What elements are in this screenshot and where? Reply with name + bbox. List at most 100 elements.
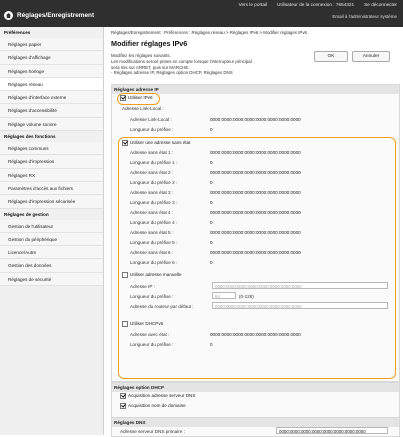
sidebar-item-network[interactable]: Réglages réseau	[0, 77, 103, 92]
sidebar-item-volume[interactable]: Réglage volume sonore	[0, 117, 103, 132]
sidebar-item-clock[interactable]: Réglages horloge	[0, 64, 103, 78]
stateless-address-1-label: Adresse sans état 1 :	[130, 150, 174, 155]
sidebar: Préférences Réglages papier Réglages d'a…	[0, 27, 104, 435]
dhcpv6-checkbox[interactable]	[122, 320, 128, 327]
stateless-prefix-4-value: 0	[210, 220, 213, 225]
stateless-prefix-1-label: Longueur du préfixe 1 :	[130, 160, 178, 165]
dhcp-state-address-label: Adresse avec état :	[130, 332, 170, 337]
manual-address-label: Utiliser adresse manuelle	[130, 272, 182, 278]
manual-ip-label: Adresse IP :	[130, 284, 155, 289]
sidebar-item-user-management[interactable]: Gestion de l'utilisateur	[0, 219, 103, 233]
stateless-prefix-4-label: Longueur du préfixe 4 :	[130, 220, 178, 225]
dhcpv6-row[interactable]: Utiliser DHCPv6	[122, 320, 164, 327]
dhcp-option-title: Réglages option DHCP	[112, 383, 399, 392]
portal-link[interactable]: Vers le portail	[239, 2, 267, 7]
manual-prefix-label: Longueur du préfixe :	[130, 294, 174, 299]
stateless-address-6-label: Adresse sans état 6 :	[130, 250, 174, 255]
manual-ip-input[interactable]: 0000:0000:0000:0000:0000:0000:0000:0000	[212, 282, 388, 289]
dhcp-option-section: Réglages option DHCP	[111, 382, 400, 418]
sidebar-item-rx[interactable]: Réglages RX	[0, 168, 103, 182]
link-local-prefix-value: 0	[210, 127, 213, 132]
stateless-address-6-value: 0000:0000:0000:0000:0000:0000:0000:0000	[210, 250, 301, 255]
top-bar: Réglages/Enregistrement Vers le portail …	[0, 0, 403, 27]
sidebar-item-data-management[interactable]: Gestion des données	[0, 259, 103, 273]
breadcrumb[interactable]: Réglages/Enregistrement : Préférences : …	[111, 30, 307, 35]
stateless-address-1-value: 0000:0000:0000:0000:0000:0000:0000:0000	[210, 150, 301, 155]
sidebar-item-accessibility[interactable]: Réglages d'accessibilité	[0, 104, 103, 118]
ok-button[interactable]: OK	[314, 51, 348, 62]
acquire-dns-label: Acquisition adresse serveur DNS	[128, 393, 196, 399]
acquire-dns-row[interactable]: Acquisition adresse serveur DNS	[120, 392, 196, 399]
sidebar-item-display[interactable]: Réglages d'affichage	[0, 51, 103, 65]
stateless-label: Utiliser une adresse sans état	[130, 140, 191, 146]
stateless-address-2-value: 0000:0000:0000:0000:0000:0000:0000:0000	[210, 170, 301, 175]
link-local-address-label: Adresse Link-Local :	[130, 117, 172, 122]
link-local-address-value: 0000:0000:0000:0000:0000:0000:0000:0000	[210, 117, 301, 122]
stateless-address-4-label: Adresse sans état 4 :	[130, 210, 174, 215]
manual-prefix-range: (0-128)	[239, 294, 254, 299]
page-title: Modifier réglages IPv6	[111, 39, 188, 48]
link-local-heading: Adresse Link-Local :	[122, 106, 164, 111]
stateless-prefix-3-label: Longueur du préfixe 3 :	[130, 200, 178, 205]
sidebar-item-device-management[interactable]: Gestion du périphérique	[0, 232, 103, 247]
sidebar-heading-management: Réglages de gestion	[4, 211, 49, 217]
stateless-prefix-6-label: Longueur du préfixe 6 :	[130, 260, 178, 265]
sidebar-item-file-access[interactable]: Paramètres d'accès aux fichiers	[0, 181, 103, 196]
stateless-address-2-label: Adresse sans état 2 :	[130, 170, 174, 175]
sidebar-item-license[interactable]: Licence/Autre	[0, 246, 103, 260]
sidebar-heading-preferences: Préférences	[4, 30, 31, 35]
stateless-prefix-2-label: Longueur du préfixe 2 :	[130, 180, 178, 185]
home-icon	[4, 11, 13, 20]
notice-text: Modifiez les réglages suivants. Les modi…	[111, 53, 311, 76]
manual-router-input[interactable]: 0000:0000:0000:0000:0000:0000:0000:0000	[212, 302, 388, 309]
stateless-checkbox[interactable]	[122, 139, 128, 146]
acquire-domain-row[interactable]: Acquisition nom de domaine	[120, 402, 186, 409]
stateless-prefix-2-value: 0	[210, 180, 213, 185]
link-local-prefix-label: Longueur du préfixe :	[130, 127, 174, 132]
stateless-prefix-6-value: 0	[210, 260, 213, 265]
acquire-domain-checkbox[interactable]	[120, 402, 126, 409]
use-ipv6-label: Utiliser IPv6	[128, 95, 153, 101]
use-ipv6-row[interactable]: Utiliser IPv6	[120, 94, 153, 101]
frame: { "header": { "brand_title": "Réglages/E…	[0, 0, 403, 437]
sidebar-item-security[interactable]: Réglages de sécurité	[0, 272, 103, 287]
main-content: Réglages/Enregistrement : Préférences : …	[108, 27, 400, 437]
stateless-row[interactable]: Utiliser une adresse sans état	[122, 139, 191, 146]
stateless-address-3-label: Adresse sans état 3 :	[130, 190, 174, 195]
top-links: Vers le portail Utilisateur de la connex…	[239, 2, 397, 7]
dns-primary-input[interactable]: 0000:0000:0000:0000:0000:0000:0000:0000	[276, 427, 388, 434]
cancel-button[interactable]: Annuler	[352, 51, 390, 62]
dns-title: Réglages DNS	[112, 418, 399, 427]
manual-address-row[interactable]: Utiliser adresse manuelle	[122, 271, 182, 278]
use-ipv6-checkbox[interactable]	[120, 94, 126, 101]
manual-address-checkbox[interactable]	[122, 271, 128, 278]
logout-link[interactable]: Se déconnecter	[364, 2, 397, 7]
notice-line: - Réglages adresse IP, Réglages option D…	[111, 70, 233, 76]
admin-email-link[interactable]: Email à l'administrateur système	[332, 14, 397, 19]
stateless-address-5-value: 0000:0000:0000:0000:0000:0000:0000:0000	[210, 230, 301, 235]
sidebar-item-common[interactable]: Réglages communs	[0, 142, 103, 156]
stateless-prefix-5-value: 0	[210, 240, 213, 245]
dhcp-prefix-value: 0	[210, 342, 213, 347]
stateless-address-4-value: 0000:0000:0000:0000:0000:0000:0000:0000	[210, 210, 301, 215]
connected-user: Utilisateur de la connexion : 7654321	[277, 2, 355, 7]
brand-title: Réglages/Enregistrement	[17, 12, 95, 19]
sidebar-item-external-interface[interactable]: Réglages d'interface externe	[0, 91, 103, 105]
dhcpv6-label: Utiliser DHCPv6	[130, 321, 164, 327]
stateless-prefix-5-label: Longueur du préfixe 5 :	[130, 240, 178, 245]
acquire-dns-checkbox[interactable]	[120, 392, 126, 399]
dhcp-prefix-label: Longueur du préfixe :	[130, 342, 174, 347]
manual-prefix-input[interactable]: 64	[212, 292, 236, 299]
manual-router-label: Adresse du routeur par défaut :	[130, 304, 194, 309]
acquire-domain-label: Acquisition nom de domaine	[128, 403, 186, 409]
sidebar-item-print[interactable]: Réglages d'impression	[0, 155, 103, 169]
dns-primary-label: Adresse serveur DNS primaire :	[120, 429, 185, 434]
stateless-prefix-1-value: 0	[210, 160, 213, 165]
stateless-address-5-label: Adresse sans état 5 :	[130, 230, 174, 235]
stateless-address-3-value: 0000:0000:0000:0000:0000:0000:0000:0000	[210, 190, 301, 195]
sidebar-item-paper[interactable]: Réglages papier	[0, 38, 103, 52]
dhcp-state-address-value: 0000:0000:0000:0000:0000:0000:0000:0000	[210, 332, 301, 337]
sidebar-item-secure-print[interactable]: Réglages d'impression sécurisée	[0, 195, 103, 209]
brand[interactable]: Réglages/Enregistrement	[4, 11, 94, 20]
sidebar-heading-functions: Réglages des fonctions	[4, 134, 56, 140]
